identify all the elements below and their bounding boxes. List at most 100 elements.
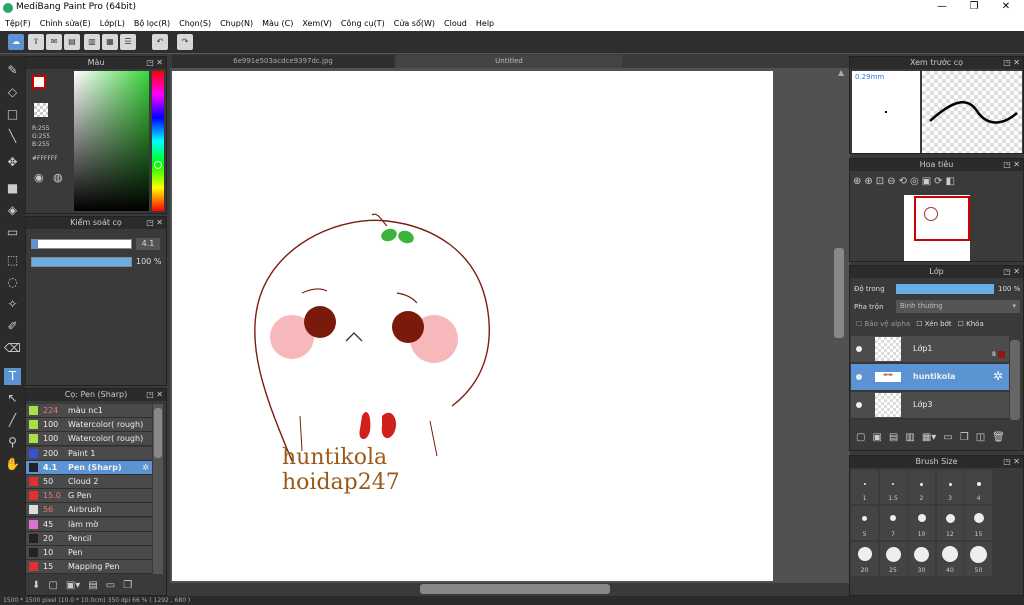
knife-tool-icon[interactable]: ╱ [4,412,21,429]
gear-icon[interactable]: ✲ [993,369,1003,383]
grid-icon[interactable]: ▦ [102,34,118,50]
menu-tools[interactable]: Công cụ(T) [341,19,385,28]
brush-size-cell[interactable]: 40 [936,542,964,576]
layer-folder-icon[interactable]: ▭ [943,432,952,443]
brush-item[interactable]: 45 làm mờ [26,517,152,532]
hand-tool-icon[interactable]: ✋ [4,456,21,473]
zoom-in-2-icon[interactable]: ⊕ [864,176,872,192]
magic-wand-icon[interactable]: ✧ [4,296,21,313]
dot-tool-icon[interactable]: ╲ [4,128,21,145]
shape-tool-icon[interactable]: □ [4,106,21,123]
layer-opacity-slider[interactable] [896,284,994,294]
page-icon[interactable]: ▥ [84,34,100,50]
brush-size-cell[interactable]: 1.5 [879,470,907,504]
brush-size-cell[interactable]: 25 [879,542,907,576]
redo-icon[interactable]: ↷ [177,34,193,50]
hue-slider[interactable] [152,71,164,211]
brush-item[interactable]: 100 Watercolor( rough) [26,418,152,433]
brush-item[interactable]: 50 Cloud 2 [26,475,152,489]
brush-download-icon[interactable]: ⬇ [32,580,40,591]
brush-size-cell[interactable]: 7 [879,506,907,540]
zoom-out-icon[interactable]: ⊖ [887,176,895,192]
fit-icon[interactable]: ⊡ [876,176,884,192]
navigator-thumbnail[interactable] [904,195,970,261]
brush-size-cell[interactable]: 1 [851,470,878,504]
brush-item[interactable]: 20 Pencil [26,531,152,546]
palette-icon[interactable]: ◉ [34,171,44,184]
zoom-in-icon[interactable]: ⊕ [853,176,861,192]
reset-icon[interactable]: ◎ [910,176,919,192]
brush-size-value[interactable]: 4.1 [136,238,160,250]
brush-item[interactable]: 10 Pen [26,546,152,560]
share-icon[interactable]: ⇪ [28,34,44,50]
brush-size-cell[interactable]: 4 [965,470,992,504]
canvas-h-scrollbar[interactable] [420,584,610,594]
visibility-icon[interactable] [856,374,862,380]
panel-controls-icon[interactable]: ◳ ✕ [1003,159,1020,171]
new-layer-icon[interactable]: ▢ [856,432,865,443]
layer-row[interactable]: Lớp1 8 [851,336,1009,363]
menu-layer[interactable]: Lớp(L) [100,19,125,28]
panel-controls-icon[interactable]: ◳ ✕ [1003,456,1020,468]
color-picker-area[interactable] [74,71,149,211]
hue-handle[interactable] [154,161,162,169]
brush-copy-icon[interactable]: ▤ [88,580,97,591]
foreground-color-swatch[interactable] [32,75,46,89]
panel-controls-icon[interactable]: ◳ ✕ [146,57,163,69]
brush-opacity-slider[interactable] [31,257,132,267]
list-icon[interactable]: ☰ [120,34,136,50]
lasso-tool-icon[interactable]: ◌ [4,274,21,291]
eyedropper-icon[interactable]: ⚲ [4,434,21,451]
menu-snap[interactable]: Chụp(N) [220,19,253,28]
brush-size-cell[interactable]: 3 [936,470,964,504]
eraser-tool-icon[interactable]: ◇ [4,84,21,101]
brush-size-cell[interactable]: 10 [908,506,935,540]
merge-layer-icon[interactable]: ◫ [976,432,985,443]
panel-controls-icon[interactable]: ◳ ✕ [146,217,163,229]
minimize-icon[interactable]: — [930,1,954,15]
rotate-left-icon[interactable]: ⟲ [899,176,907,192]
menu-color[interactable]: Màu (C) [262,19,293,28]
tab-untitled[interactable]: Untitled [396,55,622,68]
menu-window[interactable]: Cửa sổ(W) [394,19,435,28]
layer-row[interactable]: ▬▬ huntikola ✲ [851,364,1009,391]
brush-item[interactable]: 56 Airbrush [26,503,152,518]
menu-select[interactable]: Chọn(S) [179,19,211,28]
brush-item[interactable]: 224 màu nc1 [26,404,152,418]
brush-list-scrollbar[interactable] [153,404,163,574]
blend-mode-select[interactable]: Bình thường ▾ [896,300,1020,313]
brush-item[interactable]: 4.1 Pen (Sharp) ✲ [26,460,152,475]
new-halftone-icon[interactable]: ▣ [872,432,881,443]
visibility-icon[interactable] [856,346,862,352]
color-wheel-icon[interactable]: ◍ [53,171,63,184]
new-8bit-icon[interactable]: ▤ [889,432,898,443]
delete-layer-icon[interactable]: 🗑 [992,432,1005,443]
menu-view[interactable]: Xem(V) [302,19,332,28]
tab-file1[interactable]: 6e991e503acdce9397dc.jpg [172,55,394,68]
brush-item[interactable]: 15 Mapping Pen [26,560,152,575]
brush-add-icon[interactable]: ▣▾ [66,580,80,591]
visibility-icon[interactable] [856,402,862,408]
lock-checkbox[interactable]: ☐ Khóa [958,320,984,328]
navigator-viewport-frame[interactable] [914,196,970,241]
text-tool-icon[interactable]: T [4,368,21,385]
flip-icon[interactable]: ◧ [946,176,955,192]
panel-controls-icon[interactable]: ◳ ✕ [1003,57,1020,69]
move-tool-icon[interactable]: ✥ [4,154,21,171]
duplicate-layer-icon[interactable]: ❐ [960,432,969,443]
menu-cloud[interactable]: Cloud [444,19,467,28]
brush-size-cell[interactable]: 50 [965,542,992,576]
gradient-tool-icon[interactable]: ▭ [4,224,21,241]
menu-filter[interactable]: Bộ lọc(R) [134,19,170,28]
brush-new-icon[interactable]: ▢ [48,580,57,591]
brush-size-cell[interactable]: 15 [965,506,992,540]
scroll-up-icon[interactable]: ▲ [838,68,844,77]
rotate-right-icon[interactable]: ⟳ [934,176,942,192]
menu-help[interactable]: Help [476,19,494,28]
brush-tool-icon[interactable]: ✎ [4,62,21,79]
brush-size-slider[interactable] [31,239,132,249]
actual-size-icon[interactable]: ▣ [922,176,931,192]
brush-size-cell[interactable]: 12 [936,506,964,540]
brush-item[interactable]: 15.0 G Pen [26,489,152,504]
brush-size-cell[interactable]: 2 [908,470,935,504]
